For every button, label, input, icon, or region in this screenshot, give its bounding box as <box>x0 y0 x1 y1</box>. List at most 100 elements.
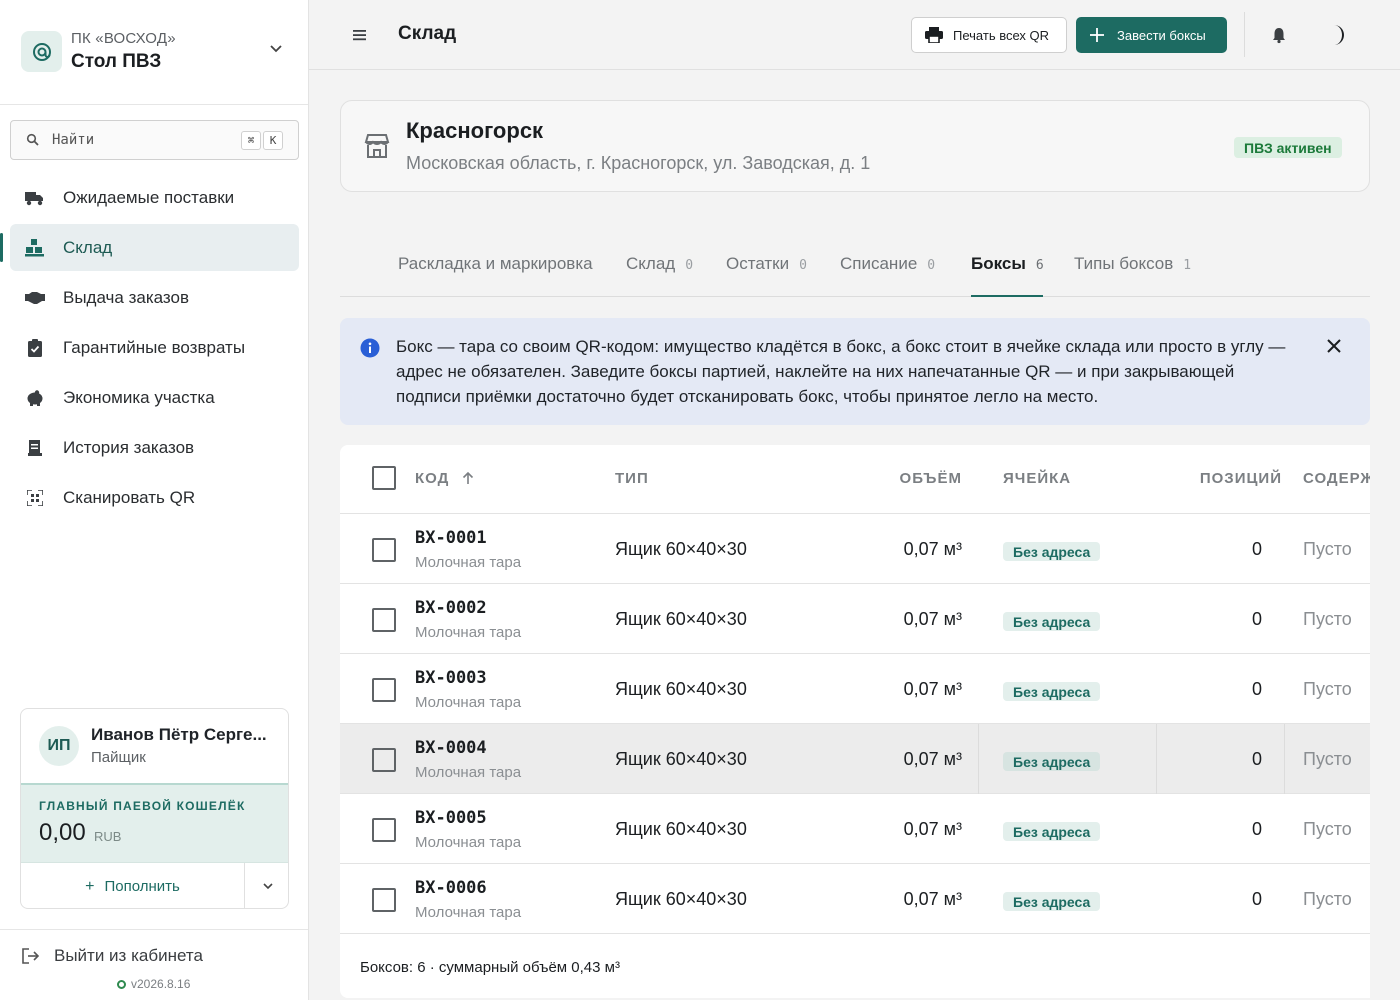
box-type: Ящик 60×40×30 <box>615 749 747 769</box>
row-checkbox[interactable] <box>372 818 396 842</box>
wallet-title: ГЛАВНЫЙ ПАЕВОЙ КОШЕЛЁК <box>39 799 246 813</box>
bell-icon[interactable] <box>1270 26 1288 44</box>
moon-icon[interactable] <box>1325 22 1351 48</box>
box-volume: 0,07 м³ <box>903 679 962 699</box>
cell-badge: Без адреса <box>1003 612 1101 631</box>
topup-button[interactable]: + Пополнить <box>21 863 245 908</box>
table-row[interactable]: BX-0005 Молочная тара Ящик 60×40×30 0,07… <box>340 794 1370 864</box>
box-positions: 0 <box>1251 889 1262 909</box>
row-checkbox[interactable] <box>372 678 396 702</box>
org-logo-icon <box>21 31 62 72</box>
row-checkbox[interactable] <box>372 608 396 632</box>
box-volume: 0,07 м³ <box>903 889 962 909</box>
tab-box-types[interactable]: Типы боксов 1 <box>1074 254 1191 297</box>
sidebar-item-label: Склад <box>63 237 113 257</box>
wallet-amount: 0,00 <box>39 819 86 846</box>
tab-write-off[interactable]: Списание 0 <box>840 254 935 297</box>
tab-warehouse[interactable]: Склад 0 <box>626 254 693 297</box>
box-code[interactable]: BX-0001 <box>415 528 487 548</box>
box-subtitle: Молочная тара <box>415 764 522 781</box>
table-footer-summary: Боксов: 6 · суммарный объём 0,43 м³ <box>360 959 620 976</box>
chevron-down-icon[interactable] <box>266 39 286 59</box>
table-row[interactable]: BX-0001 Молочная тара Ящик 60×40×30 0,07… <box>340 514 1370 584</box>
column-header-cell[interactable]: ЯЧЕЙКА <box>1003 470 1071 487</box>
truck-icon <box>25 189 45 207</box>
sidebar-nav: Ожидаемые поставки Склад Выдача заказов … <box>0 174 299 524</box>
box-type: Ящик 60×40×30 <box>615 889 747 909</box>
box-volume: 0,07 м³ <box>903 749 962 769</box>
search-box[interactable]: ⌘ K <box>10 120 299 160</box>
box-code[interactable]: BX-0004 <box>415 738 487 758</box>
pickup-point-address: Московская область, г. Красногорск, ул. … <box>406 153 871 173</box>
divider <box>0 929 308 930</box>
print-all-qr-button[interactable]: Печать всех QR <box>911 17 1067 53</box>
plus-icon: + <box>85 877 95 895</box>
logout-button[interactable]: Выйти из кабинета <box>22 946 203 966</box>
box-subtitle: Молочная тара <box>415 624 522 641</box>
tab-label: Списание <box>840 254 918 273</box>
column-header-label: КОД <box>415 470 450 487</box>
warehouse-icon <box>25 239 45 257</box>
status-badge: ПВЗ активен <box>1234 137 1342 158</box>
sidebar-item-label: Ожидаемые поставки <box>63 187 235 207</box>
divider <box>1244 12 1245 57</box>
org-switcher[interactable]: ПК «ВОСХОД» Стол ПВЗ <box>0 0 308 105</box>
box-volume: 0,07 м³ <box>903 819 962 839</box>
menu-icon[interactable] <box>351 26 369 44</box>
sidebar-item-warehouse[interactable]: Склад <box>0 224 299 271</box>
box-code[interactable]: BX-0005 <box>415 808 487 828</box>
box-code[interactable]: BX-0003 <box>415 668 487 688</box>
column-header-volume[interactable]: ОБЪЁМ <box>900 470 962 487</box>
box-positions: 0 <box>1251 679 1262 699</box>
tab-label: Раскладка и маркировка <box>398 254 593 273</box>
avatar[interactable]: ИП <box>39 726 79 766</box>
row-checkbox[interactable] <box>372 888 396 912</box>
tab-stock[interactable]: Остатки 0 <box>726 254 807 297</box>
table-row[interactable]: BX-0004 Молочная тара Ящик 60×40×30 0,07… <box>340 724 1370 794</box>
box-positions: 0 <box>1251 819 1262 839</box>
table-row[interactable]: BX-0002 Молочная тара Ящик 60×40×30 0,07… <box>340 584 1370 654</box>
select-all-checkbox[interactable] <box>372 466 396 490</box>
box-code[interactable]: BX-0006 <box>415 878 487 898</box>
user-card: ИП Иванов Пётр Серге... Пайщик ГЛАВНЫЙ П… <box>20 708 289 909</box>
sidebar-item-expected-deliveries[interactable]: Ожидаемые поставки <box>10 174 299 221</box>
wallet-panel: ГЛАВНЫЙ ПАЕВОЙ КОШЕЛЁК 0,00 RUB <box>21 783 288 863</box>
handshake-icon <box>25 289 45 307</box>
column-header-content[interactable]: СОДЕРЖ <box>1303 470 1370 487</box>
status-dot-icon <box>117 979 126 989</box>
box-code[interactable]: BX-0002 <box>415 598 487 618</box>
store-icon <box>364 134 390 158</box>
column-header-positions[interactable]: ПОЗИЦИЙ <box>1200 470 1282 487</box>
row-checkbox[interactable] <box>372 748 396 772</box>
column-header-code[interactable]: КОД <box>415 470 474 487</box>
shortcut-key-k: K <box>263 131 283 150</box>
column-header-type[interactable]: ТИП <box>615 470 649 487</box>
sidebar-item-economics[interactable]: Экономика участка <box>10 374 299 421</box>
box-content: Пусто <box>1303 539 1352 559</box>
table-row[interactable]: BX-0003 Молочная тара Ящик 60×40×30 0,07… <box>340 654 1370 724</box>
sidebar-item-order-history[interactable]: История заказов <box>10 424 299 471</box>
sidebar-item-scan-qr[interactable]: Сканировать QR <box>10 474 299 521</box>
search-input[interactable] <box>52 130 222 150</box>
cell-badge: Без адреса <box>1003 892 1101 911</box>
topbar: Склад Печать всех QR Завести боксы <box>309 0 1400 70</box>
chevron-down-icon <box>263 883 273 890</box>
sidebar-item-warranty-returns[interactable]: Гарантийные возвраты <box>10 324 299 371</box>
info-alert-text: Бокс — тара со своим QR-кодом: имущество… <box>396 337 1286 406</box>
close-icon[interactable] <box>1326 338 1342 354</box>
table-row[interactable]: BX-0006 Молочная тара Ящик 60×40×30 0,07… <box>340 864 1370 934</box>
logout-label: Выйти из кабинета <box>54 946 203 965</box>
sidebar-item-order-pickup[interactable]: Выдача заказов <box>10 274 299 321</box>
create-boxes-button[interactable]: Завести боксы <box>1076 17 1227 53</box>
row-checkbox[interactable] <box>372 538 396 562</box>
column-divider <box>1284 724 1285 794</box>
qr-scan-icon <box>25 489 45 507</box>
box-positions: 0 <box>1251 749 1262 769</box>
info-icon <box>360 338 380 358</box>
info-alert: Бокс — тара со своим QR-кодом: имущество… <box>340 318 1370 425</box>
tab-layout-marking[interactable]: Раскладка и маркировка <box>398 254 593 297</box>
app-version: v2026.8.16 <box>117 977 190 991</box>
topup-more-button[interactable] <box>246 863 288 908</box>
page-title: Склад <box>398 23 457 44</box>
tab-boxes[interactable]: Боксы 6 <box>971 254 1044 297</box>
